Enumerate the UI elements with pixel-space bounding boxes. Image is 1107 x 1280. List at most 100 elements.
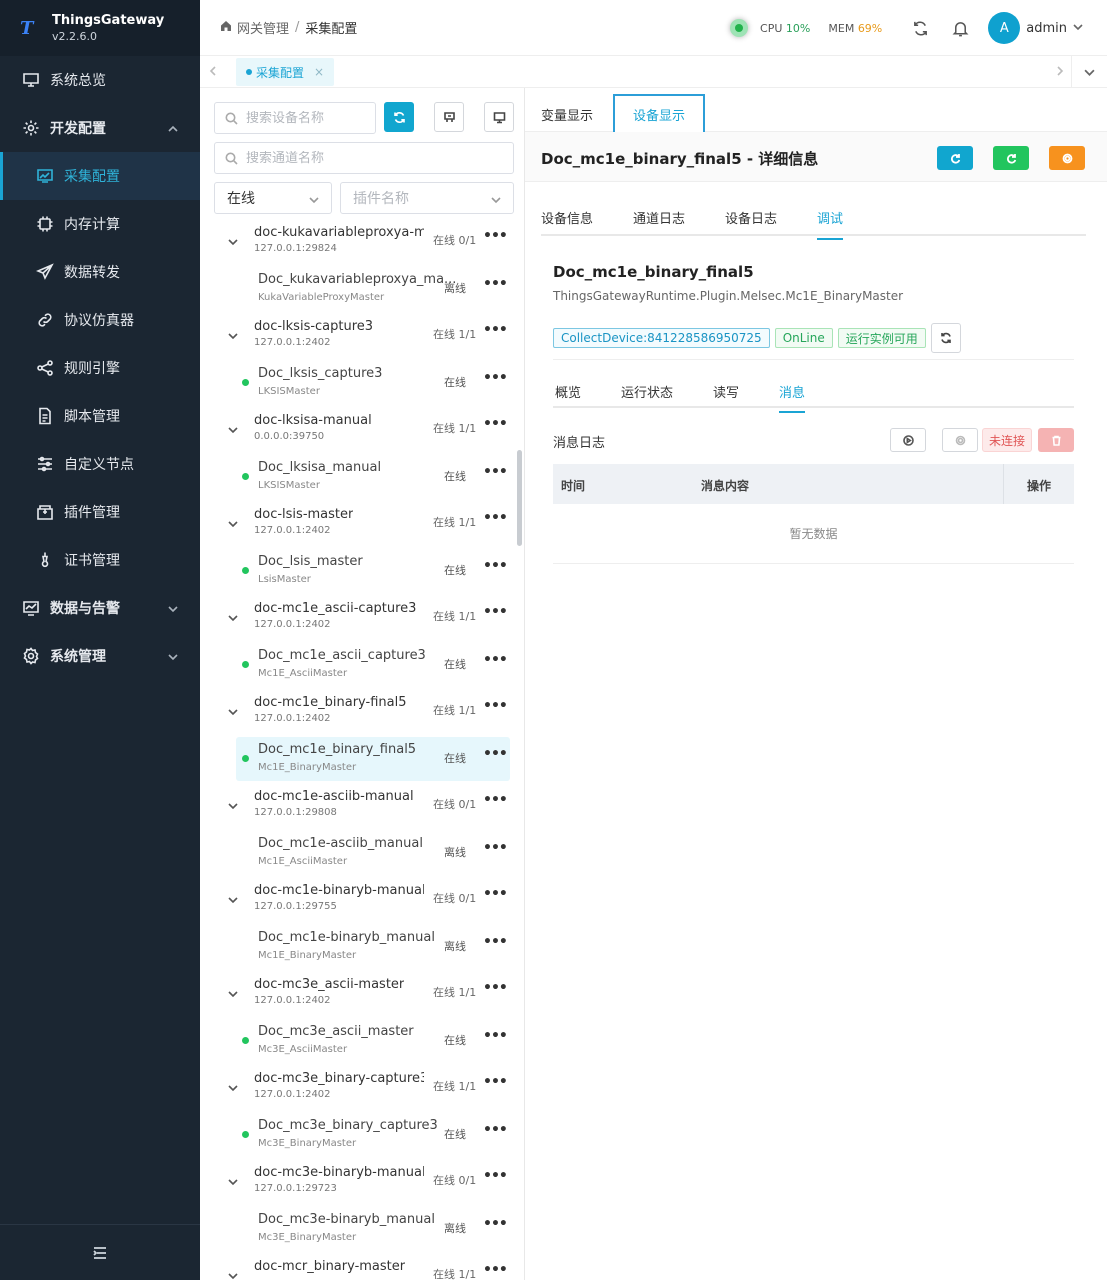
device-node[interactable]: Doc_lksisa_manual LKSISMaster 在线 •••	[236, 455, 510, 499]
sidebar-item-7[interactable]: 脚本管理	[0, 392, 200, 440]
channel-node[interactable]: doc-mc3e-binaryb-manual 127.0.0.1:29723 …	[200, 1160, 524, 1207]
sidebar-item-1[interactable]: 开发配置	[0, 104, 200, 152]
collapse-menu-button[interactable]	[0, 1224, 200, 1280]
tab-channel-log[interactable]: 通道日志	[633, 208, 685, 227]
more-icon[interactable]: •••	[483, 558, 508, 574]
more-icon[interactable]: •••	[483, 1122, 508, 1138]
tab-overview[interactable]: 概览	[555, 382, 581, 401]
column-time[interactable]: 时间	[561, 477, 585, 494]
column-resize-handle[interactable]	[1003, 464, 1004, 504]
chevron-down-icon[interactable]	[228, 800, 238, 810]
more-icon[interactable]: •••	[483, 1074, 508, 1090]
sidebar-item-5[interactable]: 协议仿真器	[0, 296, 200, 344]
chevron-down-icon[interactable]	[228, 424, 238, 434]
sidebar-item-8[interactable]: 自定义节点	[0, 440, 200, 488]
channel-node[interactable]: doc-mc1e-binaryb-manual 127.0.0.1:29755 …	[200, 878, 524, 925]
device-node[interactable]: Doc_mc1e_ascii_capture3 Mc1E_AsciiMaster…	[236, 643, 510, 687]
breadcrumb-item-gateway[interactable]: 网关管理	[237, 18, 289, 37]
more-icon[interactable]: •••	[483, 228, 508, 244]
sidebar-item-10[interactable]: 证书管理	[0, 536, 200, 584]
more-icon[interactable]: •••	[483, 934, 508, 950]
chevron-down-icon[interactable]	[1073, 21, 1083, 36]
sidebar-item-12[interactable]: 系统管理	[0, 632, 200, 680]
refresh-tree-button[interactable]	[384, 102, 414, 132]
chevron-down-icon[interactable]	[228, 236, 238, 246]
chevron-left-icon[interactable]	[208, 65, 220, 77]
more-icon[interactable]: •••	[483, 980, 508, 996]
sidebar-item-4[interactable]: 数据转发	[0, 248, 200, 296]
channel-node[interactable]: doc-lksisa-manual 0.0.0.0:39750 在线 1/1 •…	[200, 408, 524, 455]
display-button[interactable]	[484, 102, 514, 132]
chevron-down-icon[interactable]	[228, 1270, 238, 1280]
more-icon[interactable]: •••	[483, 322, 508, 338]
start-log-button[interactable]	[890, 428, 926, 452]
more-icon[interactable]: •••	[483, 1168, 508, 1184]
home-icon[interactable]	[220, 20, 232, 36]
device-node[interactable]: Doc_kukavariableproxya_ma... KukaVariabl…	[236, 267, 510, 311]
sidebar-item-2[interactable]: 采集配置	[0, 152, 200, 200]
device-search-field[interactable]	[214, 102, 376, 134]
channel-search-field[interactable]	[214, 142, 514, 174]
chevron-down-icon[interactable]	[228, 706, 238, 716]
more-icon[interactable]: •••	[483, 652, 508, 668]
tab-device-info[interactable]: 设备信息	[541, 208, 593, 227]
tabs-dropdown-button[interactable]	[1071, 56, 1107, 88]
sidebar-item-3[interactable]: 内存计算	[0, 200, 200, 248]
chevron-down-icon[interactable]	[228, 894, 238, 904]
more-icon[interactable]: •••	[483, 276, 508, 292]
avatar[interactable]: A	[988, 12, 1021, 44]
tab-messages[interactable]: 消息	[779, 382, 806, 413]
chevron-down-icon[interactable]	[228, 518, 238, 528]
more-icon[interactable]: •••	[483, 840, 508, 856]
column-message[interactable]: 消息内容	[701, 477, 749, 494]
device-node[interactable]: Doc_mc3e_binary_capture3 Mc3E_BinaryMast…	[236, 1113, 510, 1157]
restart-button[interactable]	[993, 146, 1029, 170]
device-node[interactable]: Doc_mc1e-asciib_manual Mc1E_AsciiMaster …	[236, 831, 510, 875]
refresh-button[interactable]	[900, 20, 940, 37]
more-icon[interactable]: •••	[483, 370, 508, 386]
chevron-down-icon[interactable]	[228, 1082, 238, 1092]
tab-device-log[interactable]: 设备日志	[725, 208, 777, 227]
channel-node[interactable]: doc-mc1e_ascii-capture3 127.0.0.1:2402 在…	[200, 596, 524, 643]
tab-variable-view[interactable]: 变量显示	[541, 94, 593, 134]
notification-button[interactable]	[940, 20, 980, 37]
chevron-down-icon[interactable]	[228, 1176, 238, 1186]
chevron-down-icon[interactable]	[228, 988, 238, 998]
tree-scrollbar[interactable]	[517, 450, 522, 546]
tab-collect-config[interactable]: 采集配置 ×	[236, 58, 335, 86]
sidebar-item-9[interactable]: 插件管理	[0, 488, 200, 536]
more-icon[interactable]: •••	[483, 1028, 508, 1044]
clear-log-button[interactable]	[1038, 428, 1074, 452]
channel-node[interactable]: doc-mc3e_binary-capture3 127.0.0.1:2402 …	[200, 1066, 524, 1113]
refresh-detail-button[interactable]	[937, 146, 973, 170]
more-icon[interactable]: •••	[483, 792, 508, 808]
device-node[interactable]: Doc_lksis_capture3 LKSISMaster 在线 •••	[236, 361, 510, 405]
chevron-down-icon[interactable]	[228, 612, 238, 622]
chevron-down-icon[interactable]	[228, 330, 238, 340]
more-icon[interactable]: •••	[483, 698, 508, 714]
export-button[interactable]	[434, 102, 464, 132]
plugin-select[interactable]: 插件名称	[340, 182, 514, 214]
refresh-status-button[interactable]	[930, 323, 961, 353]
device-node[interactable]: Doc_mc1e_binary_final5 Mc1E_BinaryMaster…	[236, 737, 510, 781]
channel-search-input[interactable]	[246, 150, 366, 166]
more-icon[interactable]: •••	[483, 746, 508, 762]
tab-runtime-status[interactable]: 运行状态	[621, 382, 673, 401]
channel-node[interactable]: doc-lsis-master 127.0.0.1:2402 在线 1/1 ••…	[200, 502, 524, 549]
more-icon[interactable]: •••	[483, 1216, 508, 1232]
device-search-input[interactable]	[246, 110, 366, 126]
more-icon[interactable]: •••	[483, 886, 508, 902]
sidebar-item-6[interactable]: 规则引擎	[0, 344, 200, 392]
tab-device-view[interactable]: 设备显示	[613, 94, 706, 132]
status-select[interactable]: 在线	[214, 182, 332, 214]
more-icon[interactable]: •••	[483, 1262, 508, 1278]
device-node[interactable]: Doc_lsis_master LsisMaster 在线 •••	[236, 549, 510, 593]
connect-button[interactable]	[942, 428, 978, 452]
more-icon[interactable]: •••	[483, 464, 508, 480]
sidebar-item-11[interactable]: 数据与告警	[0, 584, 200, 632]
device-node[interactable]: Doc_mc1e-binaryb_manual Mc1E_BinaryMaste…	[236, 925, 510, 969]
channel-node[interactable]: doc-kukavariableproxya-m... 127.0.0.1:29…	[200, 220, 524, 267]
device-node[interactable]: Doc_mc3e-binaryb_manual Mc3E_BinaryMaste…	[236, 1207, 510, 1251]
close-icon[interactable]: ×	[314, 65, 324, 79]
sidebar-item-0[interactable]: 系统总览	[0, 56, 200, 104]
